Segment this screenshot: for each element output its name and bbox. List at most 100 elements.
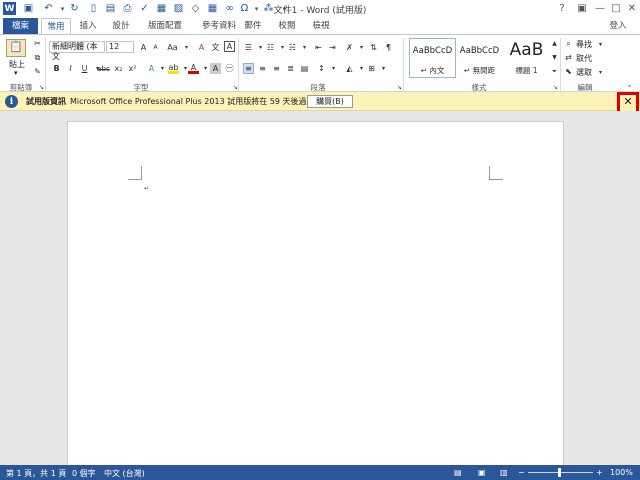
- bold-button[interactable]: B: [51, 63, 62, 74]
- select-icon[interactable]: ⬉: [563, 66, 574, 77]
- tab-review[interactable]: 校閱: [272, 18, 302, 34]
- message-title: 試用版資訊: [26, 97, 66, 106]
- superscript-button[interactable]: x²: [127, 63, 138, 74]
- select-dropdown-icon[interactable]: ▾: [595, 67, 606, 78]
- zoom-out-icon[interactable]: −: [518, 468, 525, 477]
- copy-icon[interactable]: ⧉: [32, 52, 43, 63]
- style-sample: AaBbCcD: [412, 46, 453, 56]
- line-spacing-dropdown-icon[interactable]: ▾: [328, 63, 339, 74]
- margin-corner-top-left: [128, 166, 142, 180]
- font-color-icon[interactable]: A: [188, 63, 199, 74]
- select-button[interactable]: 選取: [576, 67, 592, 78]
- replace-button[interactable]: 取代: [576, 53, 592, 64]
- numbering-icon[interactable]: ☷: [265, 42, 276, 53]
- paste-dropdown-icon[interactable]: ▾: [14, 69, 18, 77]
- borders-dropdown-icon[interactable]: ▾: [378, 63, 389, 74]
- align-center-button[interactable]: ≡: [257, 63, 268, 74]
- tab-mailings[interactable]: 郵件: [238, 18, 268, 34]
- buy-button[interactable]: 購買(B): [307, 95, 353, 108]
- title-bar: W ▣ ↶ ▾ ↻ ▯ ▤ ⎙ ✓ ▦ ▨ ◇ ▦ ∞ Ω ▾ ⁂ ▾ 文件1 …: [0, 0, 640, 18]
- asian-layout-icon[interactable]: ✗: [344, 42, 355, 53]
- word-count[interactable]: 0 個字: [72, 468, 96, 479]
- grow-font-icon[interactable]: A: [138, 42, 149, 53]
- replace-icon[interactable]: ⇄: [563, 52, 574, 63]
- style-no-spacing[interactable]: AaBbCcD ↵ 無間距: [456, 38, 503, 78]
- text-effects-icon[interactable]: A: [146, 63, 157, 74]
- tab-references[interactable]: 參考資料: [194, 18, 244, 34]
- align-right-button[interactable]: ≡: [271, 63, 282, 74]
- styles-scroll-down-icon[interactable]: ▼: [549, 52, 560, 63]
- character-border-icon[interactable]: A: [224, 41, 235, 52]
- styles-more-icon[interactable]: ⏷: [549, 66, 560, 77]
- shading-icon[interactable]: ◭: [344, 63, 355, 74]
- borders-icon[interactable]: ⊞: [366, 63, 377, 74]
- ribbon-home: 📋 貼上 ▾ ✂ ⧉ ✎ 剪貼簿 ↘ 新細明體 (本文 12 A A Aa ▾ …: [0, 34, 640, 92]
- format-painter-icon[interactable]: ✎: [32, 66, 43, 77]
- word-window: W ▣ ↶ ▾ ↻ ▯ ▤ ⎙ ✓ ▦ ▨ ◇ ▦ ∞ Ω ▾ ⁂ ▾ 文件1 …: [0, 0, 640, 480]
- zoom-slider-thumb[interactable]: [558, 468, 561, 477]
- print-layout-icon[interactable]: ▣: [478, 468, 486, 477]
- font-name-select[interactable]: 新細明體 (本文: [49, 41, 105, 61]
- style-name: 標題 1: [515, 66, 538, 75]
- subscript-button[interactable]: x₂: [113, 63, 124, 74]
- clear-format-icon[interactable]: A: [196, 42, 207, 53]
- distributed-button[interactable]: ▤: [299, 63, 310, 74]
- bullets-icon[interactable]: ☰: [243, 42, 254, 53]
- status-bar: 第 1 頁，共 1 頁 0 個字 中文 (台灣) ▤ ▣ ▥ − + 100%: [0, 465, 640, 480]
- read-mode-icon[interactable]: ▤: [454, 468, 462, 477]
- paste-icon[interactable]: 📋: [6, 39, 26, 57]
- highlight-icon[interactable]: ab: [168, 63, 179, 74]
- trial-message-bar: i 試用版資訊 Microsoft Office Professional Pl…: [0, 92, 640, 111]
- styles-scroll-up-icon[interactable]: ▲: [549, 38, 560, 49]
- tab-view[interactable]: 檢視: [306, 18, 336, 34]
- style-name: ↵ 內文: [420, 66, 445, 75]
- style-name: ↵ 無間距: [463, 66, 496, 75]
- cut-icon[interactable]: ✂: [32, 38, 43, 49]
- style-normal[interactable]: AaBbCcD ↵ 內文: [409, 38, 456, 78]
- italic-button[interactable]: I: [65, 63, 76, 74]
- increase-indent-icon[interactable]: ⇥: [327, 42, 338, 53]
- change-case-dropdown-icon[interactable]: ▾: [181, 42, 192, 53]
- web-layout-icon[interactable]: ▥: [500, 468, 508, 477]
- signin-link[interactable]: 登入: [600, 18, 636, 34]
- enclose-character-icon[interactable]: ㊀: [224, 63, 235, 74]
- text-effects-dropdown-icon[interactable]: ▾: [157, 63, 168, 74]
- help-button[interactable]: ?: [552, 1, 572, 16]
- tab-file[interactable]: 檔案: [3, 18, 38, 34]
- find-dropdown-icon[interactable]: ▾: [595, 39, 606, 50]
- asian-layout-dropdown-icon[interactable]: ▾: [356, 42, 367, 53]
- shrink-font-icon[interactable]: A: [150, 42, 161, 53]
- style-sample: AaB: [509, 40, 544, 60]
- font-size-select[interactable]: 12: [106, 41, 134, 53]
- zoom-in-icon[interactable]: +: [596, 468, 603, 477]
- page-count[interactable]: 第 1 頁，共 1 頁: [6, 468, 66, 479]
- decrease-indent-icon[interactable]: ⇤: [313, 42, 324, 53]
- find-button[interactable]: 尋找: [576, 39, 592, 50]
- message-text: Microsoft Office Professional Plus 2013 …: [70, 97, 323, 106]
- align-left-button[interactable]: ≡: [243, 63, 254, 74]
- line-spacing-icon[interactable]: ↕: [316, 63, 327, 74]
- ribbon-display-button[interactable]: ▣: [572, 1, 592, 16]
- character-shading-icon[interactable]: A: [210, 63, 221, 74]
- tab-design[interactable]: 設計: [106, 18, 136, 34]
- tab-home[interactable]: 常用: [41, 18, 71, 34]
- style-heading-1[interactable]: AaB 標題 1: [503, 38, 550, 78]
- tab-insert[interactable]: 插入: [74, 18, 102, 34]
- multilevel-list-icon[interactable]: ☵: [287, 42, 298, 53]
- language-indicator[interactable]: 中文 (台灣): [104, 468, 145, 479]
- show-marks-icon[interactable]: ¶: [383, 42, 394, 53]
- multilevel-dropdown-icon[interactable]: ▾: [299, 42, 310, 53]
- strikethrough-button[interactable]: abc: [97, 63, 110, 74]
- phonetic-guide-icon[interactable]: 文: [210, 42, 221, 53]
- find-icon[interactable]: ⌕: [563, 38, 574, 49]
- underline-button[interactable]: U: [79, 63, 90, 74]
- document-page[interactable]: ↵: [67, 121, 564, 466]
- margin-corner-top-right: [489, 166, 503, 180]
- sort-icon[interactable]: ⇅: [368, 42, 379, 53]
- zoom-level[interactable]: 100%: [610, 468, 633, 477]
- justify-button[interactable]: ≣: [285, 63, 296, 74]
- paragraph-mark: ↵: [144, 185, 150, 192]
- tab-layout[interactable]: 版面配置: [140, 18, 190, 34]
- change-case-icon[interactable]: Aa: [167, 42, 178, 53]
- close-window-button[interactable]: ✕: [622, 1, 640, 16]
